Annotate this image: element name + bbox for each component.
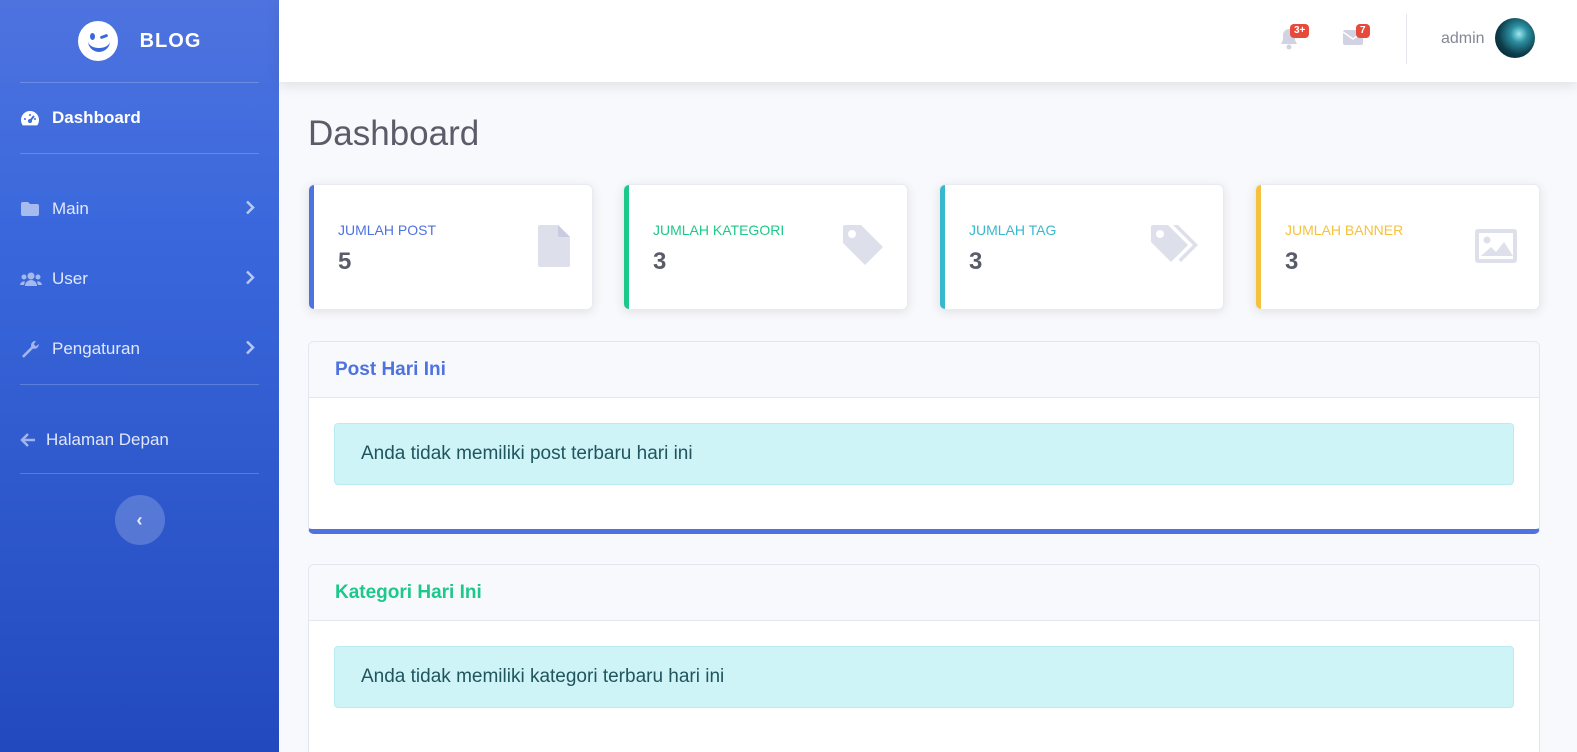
sidebar-item-pengaturan[interactable]: Pengaturan: [0, 314, 279, 384]
card-value: 5: [338, 248, 352, 275]
sidebar-item-label: Halaman Depan: [46, 430, 169, 449]
folder-icon: [20, 201, 42, 217]
info-alert: Anda tidak memiliki post terbaru hari in…: [334, 423, 1514, 485]
card-value: 3: [1285, 248, 1299, 275]
card-jumlah-tag: JUMLAH TAG 3: [939, 184, 1224, 310]
sidebar-item-label: Pengaturan: [52, 339, 140, 358]
sidebar-item-halaman-depan[interactable]: Halaman Depan: [0, 405, 279, 475]
card-jumlah-kategori: JUMLAH KATEGORI 3: [623, 184, 908, 310]
panel-kategori-hari-ini: Kategori Hari Ini Anda tidak memiliki ka…: [308, 564, 1540, 752]
sidebar-toggle-button[interactable]: ‹: [114, 495, 165, 545]
sidebar-item-main[interactable]: Main: [0, 174, 279, 244]
user-name[interactable]: admin: [1441, 30, 1485, 48]
card-label: JUMLAH POST: [338, 222, 437, 238]
wrench-icon: [20, 340, 42, 358]
sidebar-item-label: User: [52, 269, 88, 288]
card-accent: [1256, 185, 1261, 309]
topbar-divider: [1406, 14, 1407, 64]
arrow-left-icon: [20, 433, 36, 447]
card-accent: [309, 185, 314, 309]
alerts-button[interactable]: 3+: [1279, 24, 1310, 55]
sidebar-item-user[interactable]: User: [0, 244, 279, 314]
card-label: JUMLAH KATEGORI: [653, 222, 785, 238]
image-icon: [1475, 229, 1517, 268]
tachometer-icon: [20, 110, 42, 126]
card-label: JUMLAH TAG: [969, 222, 1057, 238]
card-jumlah-post: JUMLAH POST 5: [308, 184, 593, 310]
messages-counter-badge: 7: [1356, 24, 1370, 38]
chevron-right-icon: [245, 339, 255, 360]
chevron-left-icon: ‹: [136, 509, 143, 530]
panel-post-hari-ini: Post Hari Ini Anda tidak memiliki post t…: [308, 341, 1540, 534]
tag-icon: [841, 223, 885, 272]
page-title: Dashboard: [308, 114, 480, 153]
card-accent: [940, 185, 945, 309]
sidebar-item-label: Dashboard: [52, 108, 141, 127]
card-accent: [624, 185, 629, 309]
brand-name: BLOG: [139, 29, 202, 52]
panel-title: Kategori Hari Ini: [309, 565, 1539, 621]
alerts-counter-badge: 3+: [1290, 24, 1310, 38]
tags-icon: [1149, 223, 1201, 272]
chevron-right-icon: [245, 199, 255, 220]
topbar: 3+ 7 admin: [279, 0, 1577, 82]
file-icon: [538, 225, 570, 272]
brand-link[interactable]: BLOG: [0, 0, 279, 82]
card-label: JUMLAH BANNER: [1285, 222, 1404, 238]
info-alert: Anda tidak memiliki kategori terbaru har…: [334, 646, 1514, 708]
users-icon: [20, 271, 42, 287]
messages-button[interactable]: 7: [1342, 24, 1370, 51]
panel-title: Post Hari Ini: [309, 342, 1539, 398]
sidebar: BLOG Dashboard Main User Pengaturan Hala…: [0, 0, 279, 752]
sidebar-item-label: Main: [52, 199, 89, 218]
card-value: 3: [653, 248, 667, 275]
sidebar-item-dashboard[interactable]: Dashboard: [0, 83, 279, 153]
chevron-right-icon: [245, 269, 255, 290]
avatar[interactable]: [1495, 18, 1535, 58]
card-jumlah-banner: JUMLAH BANNER 3: [1255, 184, 1540, 310]
laugh-wink-icon: [77, 21, 118, 61]
card-value: 3: [969, 248, 983, 275]
